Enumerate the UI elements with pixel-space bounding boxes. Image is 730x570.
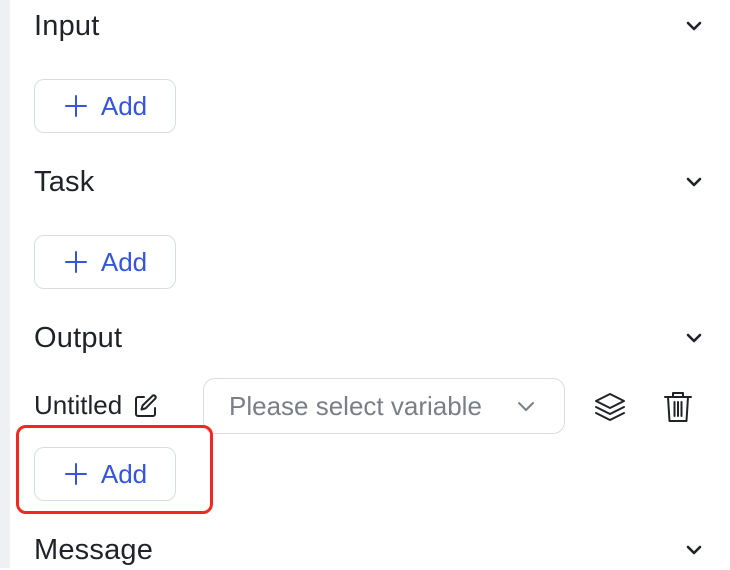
task-section-header[interactable]: Task (34, 162, 706, 202)
task-add-button[interactable]: Add (34, 235, 176, 289)
add-button-label: Add (100, 246, 148, 277)
layers-icon[interactable] (593, 390, 627, 424)
section-title-task: Task (34, 165, 95, 198)
plus-icon (63, 249, 89, 275)
highlight-box (16, 425, 213, 514)
add-button-label: Add (100, 90, 148, 121)
chevron-down-icon (518, 402, 534, 411)
chevron-down-icon[interactable] (682, 326, 706, 350)
chevron-down-icon[interactable] (682, 170, 706, 194)
chevron-down-icon[interactable] (682, 538, 706, 562)
input-section-header[interactable]: Input (34, 6, 706, 46)
plus-icon (63, 93, 89, 119)
panel-left-rail (0, 0, 10, 568)
output-section-header[interactable]: Output (34, 318, 706, 358)
variable-select-placeholder: Please select variable (229, 390, 482, 421)
message-section-header[interactable]: Message (34, 530, 706, 570)
section-title-input: Input (34, 9, 100, 42)
pencil-icon[interactable] (132, 392, 160, 420)
section-title-message: Message (34, 533, 154, 566)
section-title-output: Output (34, 321, 123, 354)
trash-icon[interactable] (662, 390, 694, 424)
input-add-button[interactable]: Add (34, 79, 176, 133)
output-variable-name: Untitled (34, 390, 160, 421)
variable-select[interactable]: Please select variable (203, 378, 565, 434)
chevron-down-icon[interactable] (682, 14, 706, 38)
variable-name-label: Untitled (34, 390, 123, 420)
